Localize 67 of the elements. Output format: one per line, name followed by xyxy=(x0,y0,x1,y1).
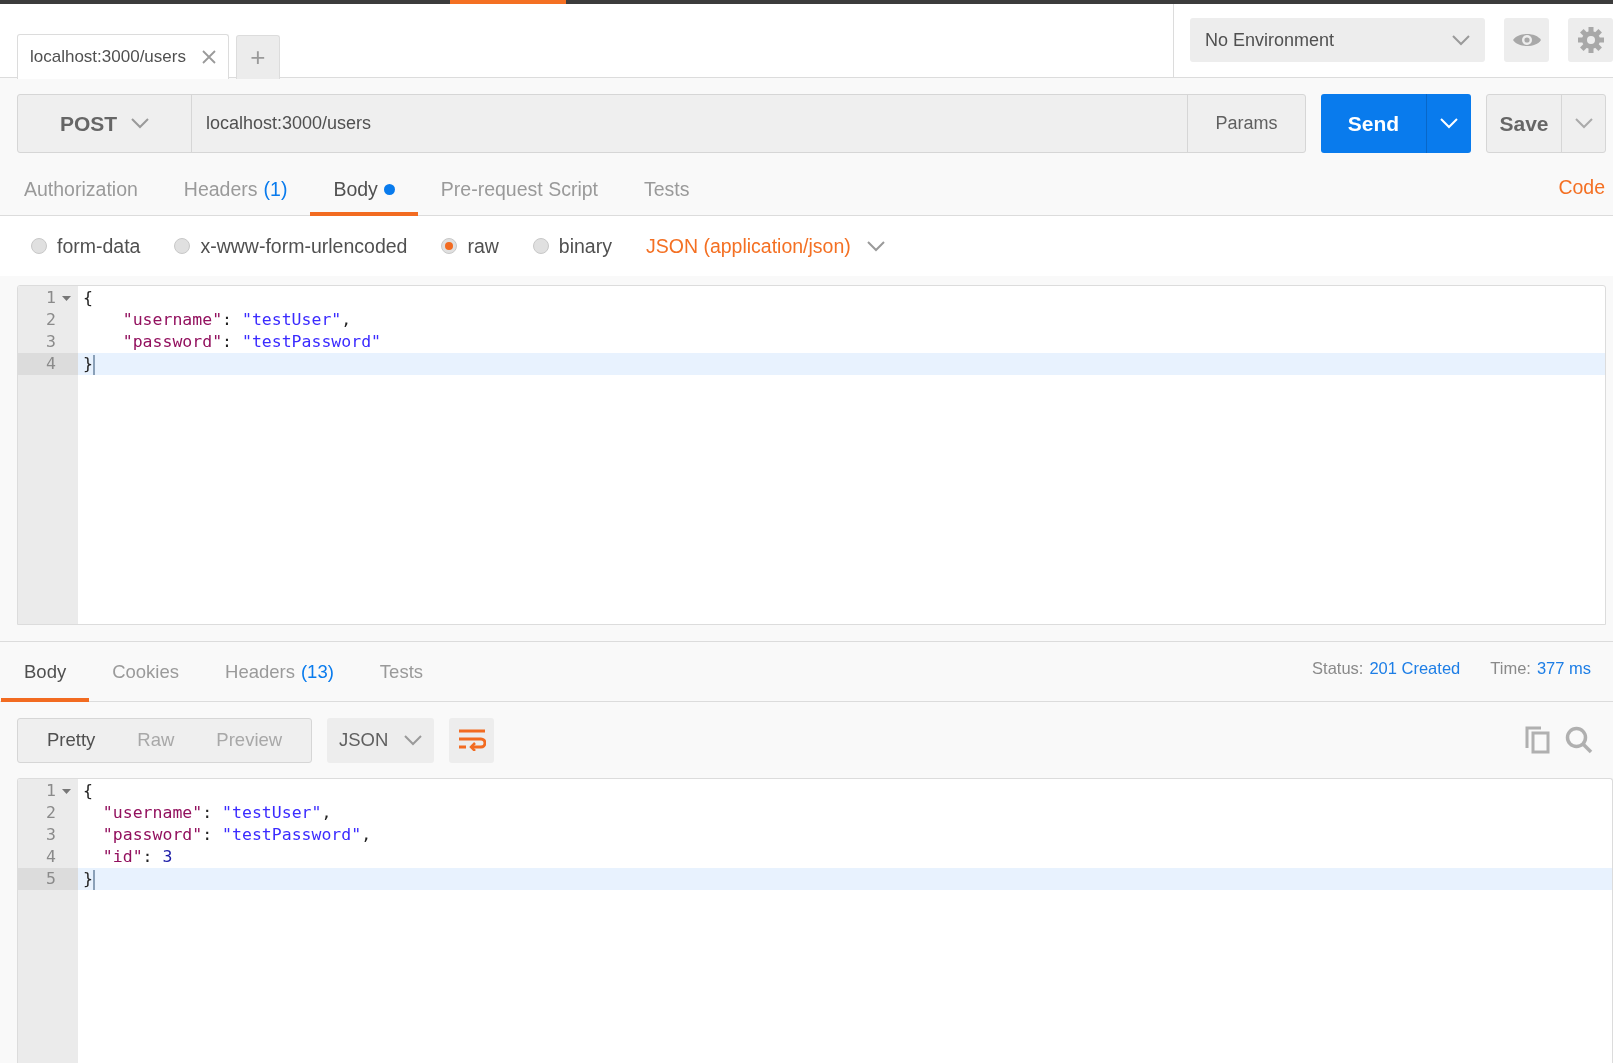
eye-icon xyxy=(1511,31,1542,49)
caret-icon xyxy=(404,734,423,746)
option-label: binary xyxy=(558,234,612,258)
code-editor[interactable]: { "username": "testUser", "password": "testPassword" } xyxy=(78,286,1605,624)
radio-button[interactable] xyxy=(441,238,458,254)
caret-icon xyxy=(1440,118,1458,129)
code-line: { xyxy=(83,781,93,800)
option-label: raw xyxy=(467,234,499,258)
radio-button[interactable] xyxy=(174,238,191,254)
tab[interactable]: Tests xyxy=(356,642,447,702)
line-number: 2 xyxy=(46,310,56,329)
fold-icon[interactable] xyxy=(62,296,71,301)
search-icon[interactable] xyxy=(1565,726,1593,754)
status-label: Status: xyxy=(1312,659,1364,678)
tab[interactable]: Authorization xyxy=(1,153,161,216)
fold-icon[interactable] xyxy=(62,789,71,794)
tab[interactable]: Pre-request Script xyxy=(417,153,621,216)
caret-icon xyxy=(1574,118,1593,129)
settings-icon xyxy=(1576,26,1605,54)
line-number: 4 xyxy=(46,354,56,373)
code-line: "id": 3 xyxy=(101,847,173,866)
line-number: 1 xyxy=(46,288,56,307)
wrap-lines-icon xyxy=(457,729,486,751)
code-line: } xyxy=(83,869,93,888)
text-cursor xyxy=(92,869,95,890)
tab[interactable]: Headers (1) xyxy=(160,153,311,216)
caret-icon xyxy=(1452,34,1470,46)
caret-icon xyxy=(866,240,885,252)
text-cursor xyxy=(92,354,95,375)
copy-icon[interactable] xyxy=(1525,726,1551,754)
format-dropdown[interactable]: JSON xyxy=(327,717,435,763)
code-line: "username": "testUser", xyxy=(101,803,332,822)
tab[interactable]: Body xyxy=(1,642,90,702)
request-tab[interactable]: localhost:3000/users xyxy=(17,34,229,79)
close-icon[interactable] xyxy=(201,50,216,64)
code-line: { xyxy=(83,288,93,307)
line-number: 5 xyxy=(46,869,56,888)
eye-button[interactable] xyxy=(1504,18,1549,62)
tab[interactable]: Headers (13) xyxy=(202,642,357,702)
line-number: 3 xyxy=(46,332,56,351)
body-type-option[interactable]: form-data xyxy=(31,234,141,258)
body-type-option[interactable]: binary xyxy=(532,234,612,258)
radio-button[interactable] xyxy=(532,238,549,254)
option-label: form-data xyxy=(57,234,141,258)
code-editor[interactable]: { "username": "testUser", "password": "testPassword", "id": 3 } xyxy=(78,779,1612,1063)
radio-button[interactable] xyxy=(31,238,47,254)
view-mode-tab[interactable]: Pretty xyxy=(26,729,117,751)
settings-button[interactable] xyxy=(1568,18,1613,62)
line-number: 4 xyxy=(46,847,56,866)
code-line: "password": "testPassword", xyxy=(101,825,372,844)
environment-dropdown[interactable]: No Environment xyxy=(1190,18,1485,62)
code-link[interactable]: Code xyxy=(1558,169,1613,199)
tab[interactable]: Cookies xyxy=(89,642,202,702)
tab[interactable]: Tests xyxy=(621,153,713,216)
time-value: 377 ms xyxy=(1536,659,1591,678)
status-value: 201 Created xyxy=(1369,659,1461,678)
wrap-button[interactable] xyxy=(449,717,495,763)
content-type-dropdown[interactable]: JSON (application/json) xyxy=(645,234,885,258)
line-number: 2 xyxy=(46,803,56,822)
code-line: "username": "testUser", xyxy=(121,310,352,329)
body-type-option[interactable]: raw xyxy=(441,234,499,258)
code-line: "password": "testPassword" xyxy=(121,332,382,351)
tab-title: localhost:3000/users xyxy=(30,47,186,67)
line-number: 3 xyxy=(46,825,56,844)
code-line: } xyxy=(83,354,93,373)
line-number: 1 xyxy=(46,781,56,800)
time-label: Time: xyxy=(1490,659,1531,678)
